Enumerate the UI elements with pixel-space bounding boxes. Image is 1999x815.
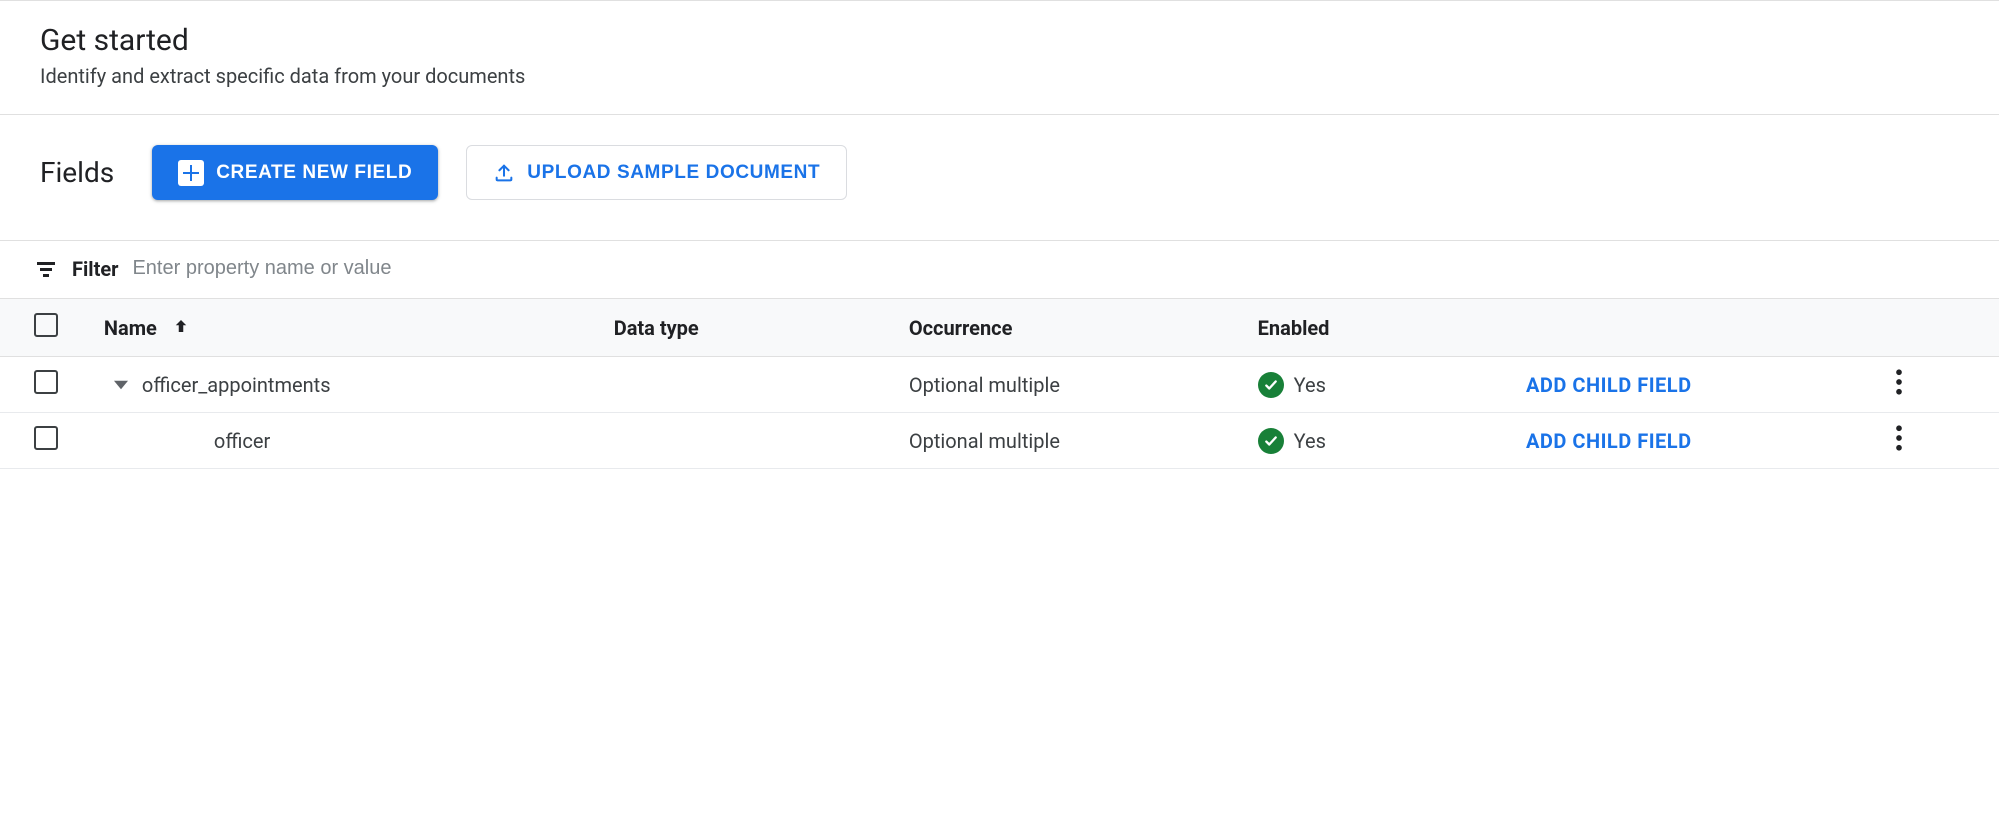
- filter-icon: [34, 257, 58, 281]
- add-child-field-button[interactable]: ADD CHILD FIELD: [1526, 429, 1692, 453]
- column-header-datatype[interactable]: Data type: [604, 299, 899, 357]
- check-circle-icon: [1258, 428, 1284, 454]
- add-child-field-button[interactable]: ADD CHILD FIELD: [1526, 373, 1692, 397]
- fields-toolbar: Fields Create New Field Upload Sample Do…: [0, 115, 1999, 240]
- fields-table: Name Data type Occurrence Enabled office…: [0, 299, 1999, 469]
- check-circle-icon: [1258, 372, 1284, 398]
- row-checkbox[interactable]: [34, 426, 58, 450]
- field-occurrence: Optional multiple: [899, 357, 1248, 413]
- field-occurrence: Optional multiple: [899, 413, 1248, 469]
- column-header-name-label: Name: [104, 316, 157, 340]
- plus-icon: [178, 160, 204, 186]
- select-all-checkbox[interactable]: [34, 313, 58, 337]
- upload-icon: [493, 162, 515, 184]
- upload-sample-document-label: Upload Sample Document: [527, 162, 820, 184]
- field-datatype: [604, 413, 899, 469]
- row-menu-icon[interactable]: [1895, 425, 1903, 451]
- get-started-header: Get started Identify and extract specifi…: [0, 0, 1999, 115]
- table-row: officer_appointments Optional multiple Yes…: [0, 357, 1999, 413]
- row-menu-icon[interactable]: [1895, 369, 1903, 395]
- upload-sample-document-button[interactable]: Upload Sample Document: [466, 145, 847, 200]
- table-header-row: Name Data type Occurrence Enabled: [0, 299, 1999, 357]
- filter-label: Filter: [72, 257, 118, 281]
- column-header-name[interactable]: Name: [94, 299, 604, 357]
- field-name: officer_appointments: [142, 373, 331, 397]
- create-new-field-label: Create New Field: [216, 162, 412, 184]
- create-new-field-button[interactable]: Create New Field: [152, 145, 438, 200]
- field-enabled-value: Yes: [1294, 429, 1326, 453]
- field-datatype: [604, 357, 899, 413]
- column-header-occurrence[interactable]: Occurrence: [899, 299, 1248, 357]
- page-title: Get started: [40, 23, 1959, 58]
- table-row: officer Optional multiple Yes ADD CHILD FIE…: [0, 413, 1999, 469]
- row-checkbox[interactable]: [34, 370, 58, 394]
- sort-ascending-icon: [172, 316, 190, 340]
- filter-bar: Filter: [0, 240, 1999, 299]
- filter-input[interactable]: [132, 251, 1965, 286]
- fields-section-label: Fields: [40, 156, 114, 189]
- field-enabled-value: Yes: [1294, 373, 1326, 397]
- page-subtitle: Identify and extract specific data from …: [40, 64, 1959, 88]
- expand-toggle-icon[interactable]: [114, 378, 132, 392]
- field-name: officer: [214, 429, 270, 453]
- column-header-enabled[interactable]: Enabled: [1248, 299, 1516, 357]
